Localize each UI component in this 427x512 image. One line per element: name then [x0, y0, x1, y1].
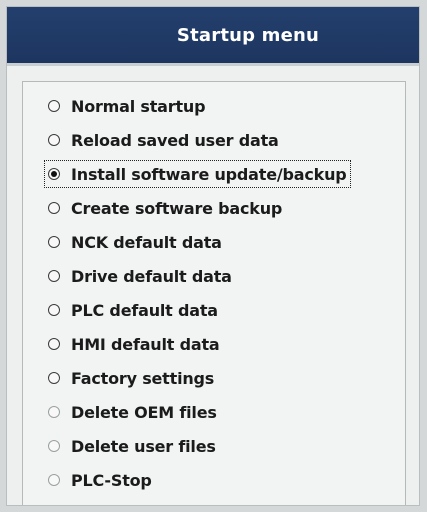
option-delete-oem-files[interactable]: Delete OEM files — [44, 398, 221, 426]
option-nck-default-data[interactable]: NCK default data — [44, 228, 226, 256]
option-hmi-default-data[interactable]: HMI default data — [44, 330, 224, 358]
option-create-software-backup[interactable]: Create software backup — [44, 194, 286, 222]
radio-button-icon[interactable] — [48, 236, 60, 248]
startup-menu-window: Startup menu Normal startup Reload saved… — [6, 6, 420, 506]
radio-button-icon[interactable] — [48, 474, 60, 486]
radio-button-selected-icon[interactable] — [48, 168, 60, 180]
option-label: Factory settings — [71, 368, 215, 388]
radio-button-icon[interactable] — [48, 270, 60, 282]
option-normal-startup[interactable]: Normal startup — [44, 92, 209, 120]
startup-options-panel: Normal startup Reload saved user data In… — [22, 81, 406, 505]
title-divider — [7, 63, 419, 66]
option-plc-default-data[interactable]: PLC default data — [44, 296, 222, 324]
option-reload-saved-user-data[interactable]: Reload saved user data — [44, 126, 283, 154]
option-label: NCK default data — [71, 232, 222, 252]
option-label: Delete OEM files — [71, 402, 217, 422]
option-label: Reload saved user data — [71, 130, 279, 150]
option-drive-default-data[interactable]: Drive default data — [44, 262, 236, 290]
option-label: Drive default data — [71, 266, 232, 286]
radio-button-icon[interactable] — [48, 440, 60, 452]
radio-button-icon[interactable] — [48, 406, 60, 418]
option-plc-stop[interactable]: PLC-Stop — [44, 466, 156, 494]
radio-button-icon[interactable] — [48, 100, 60, 112]
radio-button-icon[interactable] — [48, 134, 60, 146]
option-label: HMI default data — [71, 334, 220, 354]
radio-button-icon[interactable] — [48, 338, 60, 350]
option-label: Delete user files — [71, 436, 216, 456]
option-label: Create software backup — [71, 198, 283, 218]
option-label: PLC-Stop — [71, 470, 152, 490]
option-label: PLC default data — [71, 300, 218, 320]
option-label: Install software update/backup — [71, 164, 347, 184]
option-factory-settings[interactable]: Factory settings — [44, 364, 218, 392]
radio-button-icon[interactable] — [48, 304, 60, 316]
radio-button-icon[interactable] — [48, 372, 60, 384]
option-install-software-update-backup[interactable]: Install software update/backup — [44, 160, 351, 188]
radio-button-icon[interactable] — [48, 202, 60, 214]
option-delete-user-files[interactable]: Delete user files — [44, 432, 220, 460]
title-bar: Startup menu — [7, 7, 419, 63]
window-title: Startup menu — [176, 24, 320, 46]
option-label: Normal startup — [71, 96, 206, 116]
